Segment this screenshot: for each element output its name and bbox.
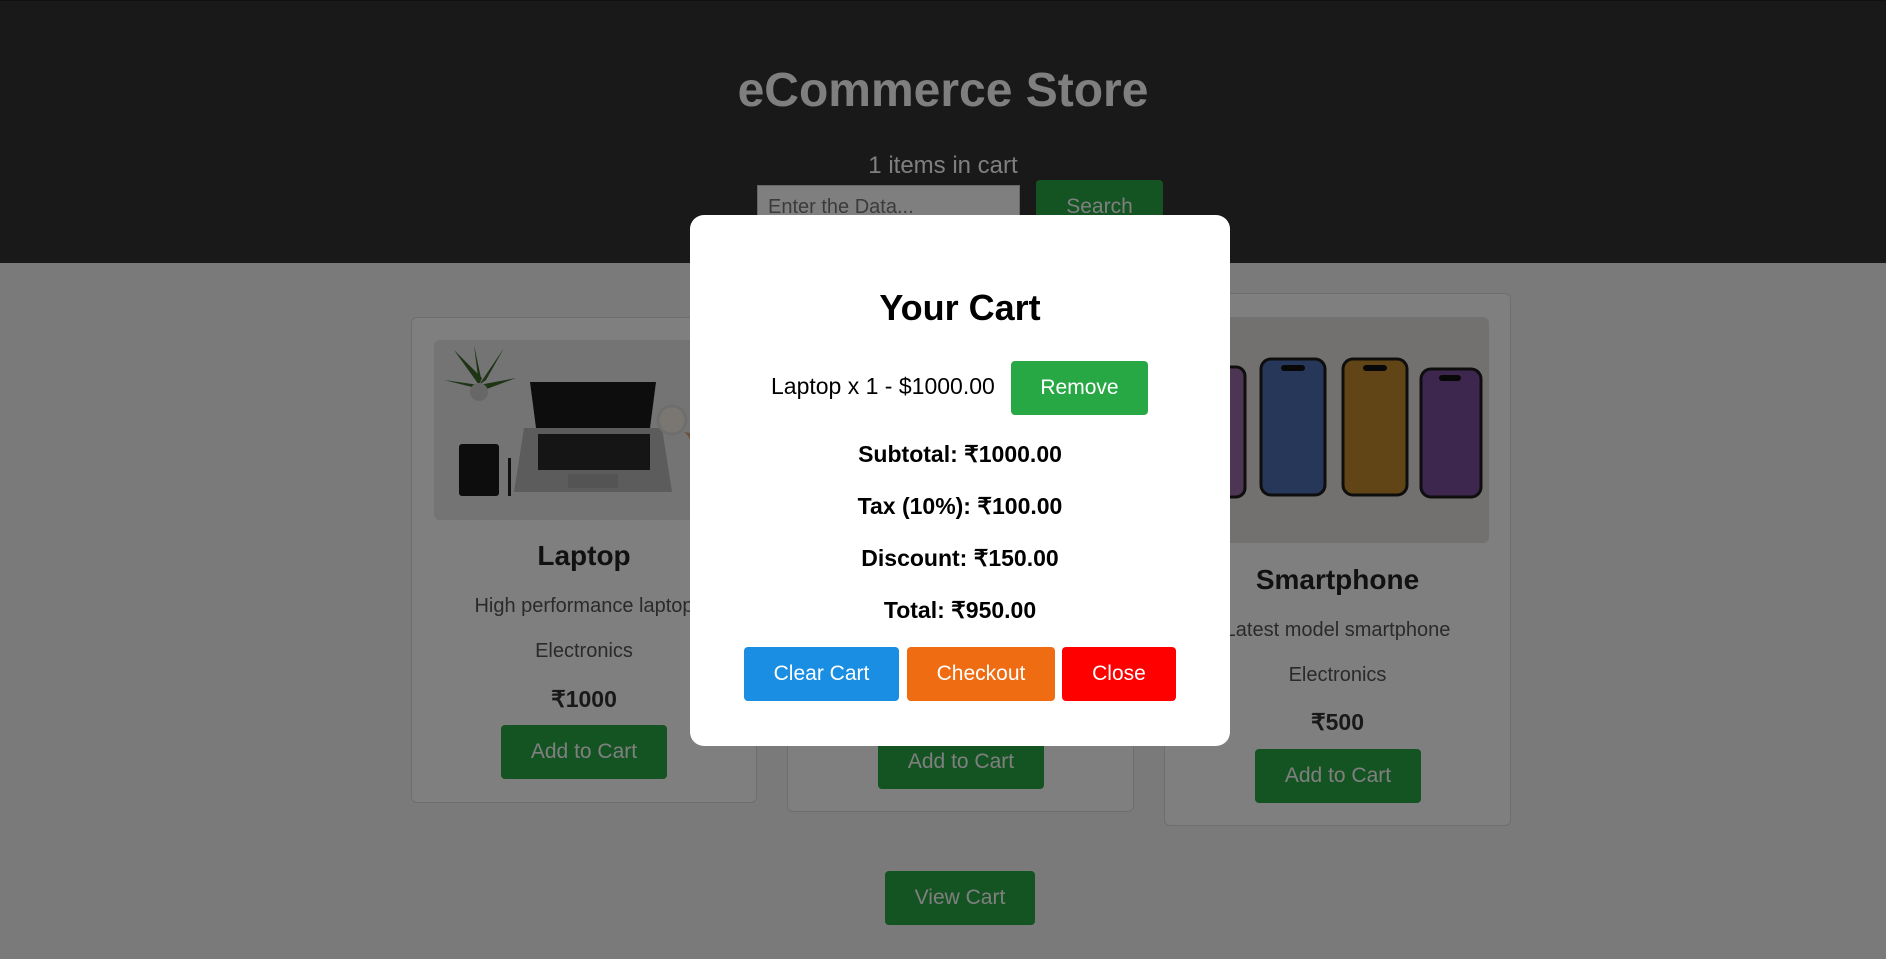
clear-cart-button[interactable]: Clear Cart [744, 647, 899, 701]
cart-total: Total: ₹950.00 [883, 597, 1037, 623]
cart-item-text: Laptop x 1 - $1000.00 [771, 373, 995, 399]
cart-subtotal: Subtotal: ₹1000.00 [858, 441, 1062, 467]
remove-item-button[interactable]: Remove [1011, 361, 1148, 415]
cart-title: Your Cart [879, 287, 1041, 328]
cart-tax: Tax (10%): ₹100.00 [857, 493, 1063, 519]
checkout-button[interactable]: Checkout [907, 647, 1055, 701]
close-button[interactable]: Close [1062, 647, 1176, 701]
cart-modal: Your Cart Laptop x 1 - $1000.00 Remove S… [690, 215, 1230, 746]
cart-discount: Discount: ₹150.00 [861, 545, 1059, 571]
